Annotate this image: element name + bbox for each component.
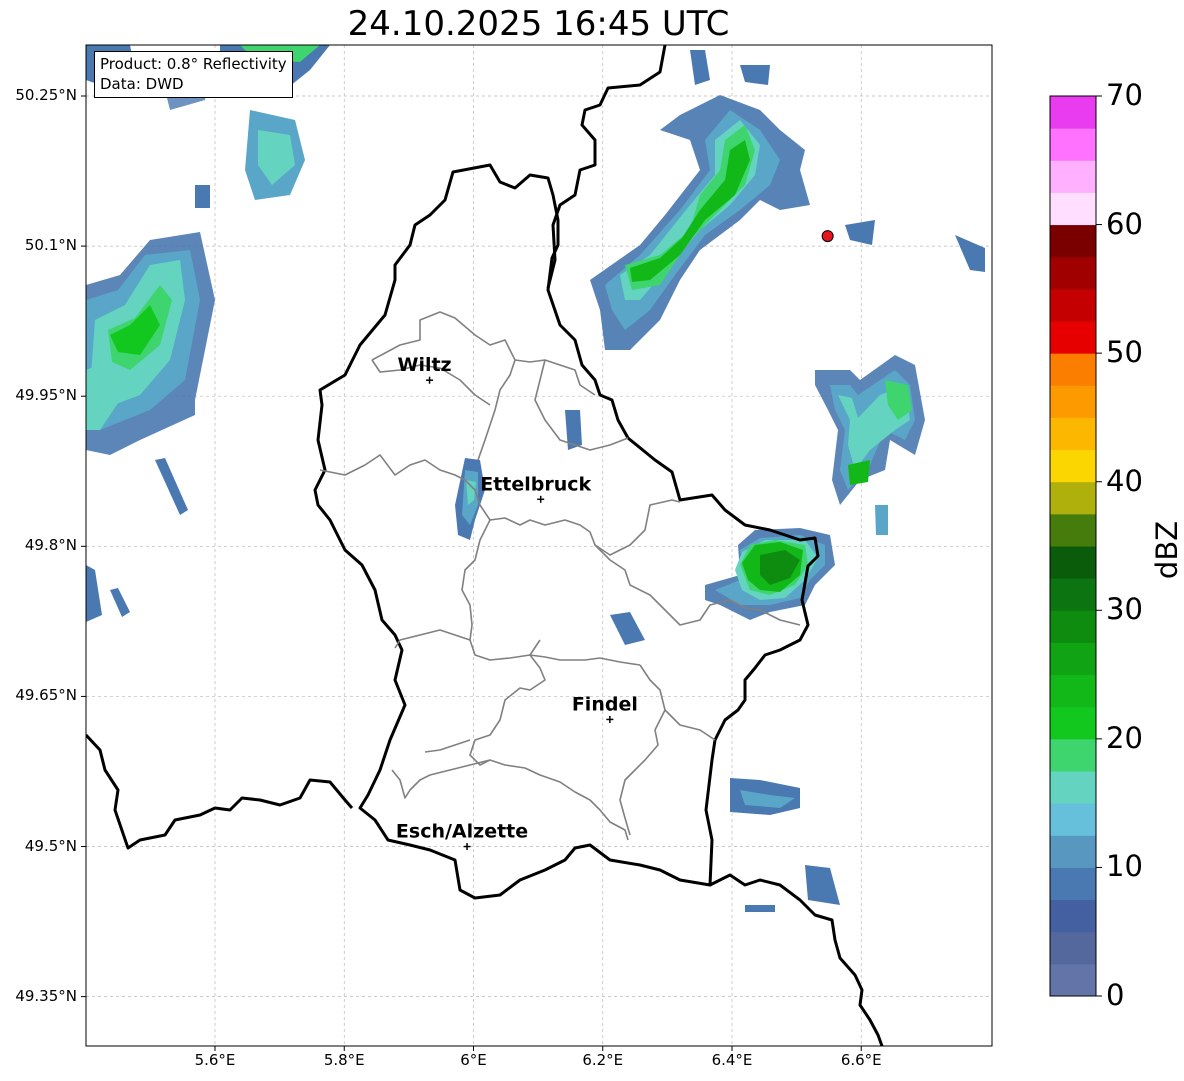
colorbar-segment [1050,353,1096,386]
colorbar-segment [1050,513,1096,547]
lat-tick-label: 49.65°N [15,686,77,705]
city-marker: Ettelbruck [480,473,592,503]
colorbar-segment [1050,96,1096,129]
colorbar-tick-label: 70 [1106,78,1143,112]
colorbar-segment [1050,449,1096,483]
lon-tick-label: 5.8°E [323,1051,365,1069]
city-label: Esch/Alzette [396,821,528,843]
colorbar-tick-label: 50 [1106,335,1143,370]
colorbar-segment [1050,674,1096,708]
colorbar-tick-label: 30 [1106,592,1143,627]
lat-tick-label: 49.8°N [24,536,77,555]
colorbar-segment [1050,128,1096,161]
colorbar-segment [1050,385,1096,418]
canton-boundaries [319,311,801,841]
colorbar [1049,95,1102,997]
colorbar-segment [1050,899,1096,933]
city-label: Findel [572,693,638,715]
colorbar-segment [1050,578,1096,611]
city-label: Wiltz [397,354,451,376]
echo-cell-east [815,355,925,535]
colorbar-segment [1050,160,1096,193]
info-source: Data: DWD [100,75,184,93]
city-label: Ettelbruck [480,473,591,495]
lat-tick-label: 50.1°N [24,236,77,255]
colorbar-tick-label: 40 [1106,463,1143,498]
grid-lines [86,45,992,1046]
colorbar-segment [1050,642,1096,676]
lat-tick-label: 49.95°N [15,386,77,405]
echo-cell-west [86,232,215,455]
colorbar-segment [1050,738,1096,772]
colorbar-segment [1050,867,1096,901]
colorbar-tick-label: 60 [1106,206,1143,241]
city-marker: Findel [572,693,638,723]
lat-tick-label: 50.25°N [15,86,77,104]
lon-tick-label: 6.2°E [582,1051,624,1069]
colorbar-segment [1050,481,1096,515]
colorbar-segment [1050,931,1096,965]
colorbar-tick-label: 10 [1106,849,1143,884]
plot-frame [85,44,993,1047]
colorbar-label: dBZ [1150,520,1184,580]
lat-tick-label: 49.35°N [15,986,77,1005]
france-border [86,733,354,850]
colorbar-segment [1050,321,1096,354]
colorbar-tick-label: 20 [1106,720,1143,755]
colorbar-segment [1050,256,1096,290]
colorbar-segment [1050,771,1096,804]
info-product: Product: 0.8° Reflectivity [100,55,287,73]
colorbar-segment [1050,192,1096,226]
colorbar-segment [1050,224,1096,258]
colorbar-segment [1050,417,1096,451]
lon-tick-label: 6.6°E [840,1051,882,1069]
radar-map: Wiltz Ettelbruck Findel Esch/Alzette [81,44,1102,1051]
germany-border-south [709,873,884,1046]
radar-site-marker [821,230,834,243]
colorbar-segment [1050,546,1096,579]
city-markers: Wiltz Ettelbruck Findel Esch/Alzette [396,354,638,851]
colorbar-segment [1050,803,1096,836]
info-box: Product: 0.8° Reflectivity Data: DWD [94,51,293,98]
city-marker: Wiltz [397,354,452,384]
colorbar-segment [1050,610,1096,643]
colorbar-segment [1050,835,1096,868]
colorbar-tick-label: 0 [1106,978,1125,1012]
colorbar-segment [1050,288,1096,322]
lon-tick-label: 5.6°E [194,1051,236,1069]
lon-tick-label: 6.4°E [711,1051,753,1069]
colorbar-segment [1050,706,1096,740]
lat-tick-label: 49.5°N [24,836,77,855]
lon-tick-label: 6°E [460,1051,487,1069]
echo-cell-northeast [590,50,985,350]
colorbar-segment [1050,963,1096,997]
